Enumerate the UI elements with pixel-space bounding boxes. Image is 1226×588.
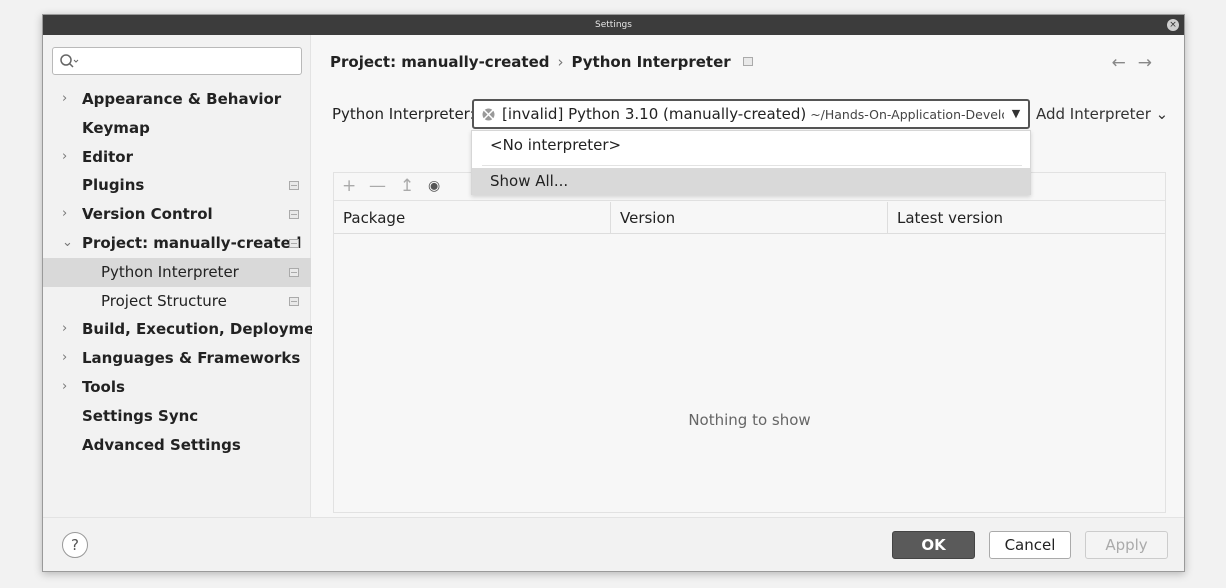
packages-panel: + — ↥ ◉ Package Version Latest version N… bbox=[333, 172, 1166, 513]
sidebar-item-version-control[interactable]: › Version Control bbox=[43, 200, 311, 229]
sidebar-item-label: Languages & Frameworks bbox=[82, 349, 301, 368]
project-level-icon bbox=[742, 57, 753, 66]
sidebar-item-label: Settings Sync bbox=[82, 406, 199, 425]
close-icon[interactable]: × bbox=[1167, 19, 1179, 31]
empty-state-text: Nothing to show bbox=[688, 411, 811, 429]
project-level-icon bbox=[289, 267, 299, 277]
add-interpreter-button[interactable]: Add Interpreter ⌄ bbox=[1036, 105, 1168, 123]
dialog-footer: ? OK Cancel Apply bbox=[43, 517, 1184, 571]
window-title: Settings bbox=[595, 20, 632, 30]
sidebar-item-editor[interactable]: › Editor bbox=[43, 143, 311, 172]
breadcrumb: Project: manually-created › Python Interpr… bbox=[330, 53, 753, 71]
eye-icon[interactable]: ◉ bbox=[428, 178, 440, 194]
search-input[interactable] bbox=[52, 47, 302, 75]
help-button[interactable]: ? bbox=[62, 532, 88, 558]
dropdown-item-no-interpreter[interactable]: <No interpreter> bbox=[472, 132, 1030, 159]
ok-button[interactable]: OK bbox=[892, 531, 975, 559]
nav-arrows: ←→ bbox=[1112, 53, 1165, 73]
sidebar-item-build-execution-deployment[interactable]: › Build, Execution, Deployment bbox=[43, 315, 332, 344]
upgrade-package-icon[interactable]: ↥ bbox=[400, 176, 414, 196]
add-package-icon[interactable]: + bbox=[342, 176, 356, 196]
sidebar-item-label: Build, Execution, Deployment bbox=[82, 320, 333, 339]
cancel-button[interactable]: Cancel bbox=[989, 531, 1071, 559]
sidebar-item-languages-frameworks[interactable]: › Languages & Frameworks bbox=[43, 344, 311, 373]
search-icon bbox=[60, 54, 79, 68]
sidebar-item-label: Tools bbox=[82, 377, 125, 396]
chevron-right-icon[interactable]: › bbox=[62, 373, 74, 402]
sidebar-item-label: Plugins bbox=[82, 176, 145, 195]
sidebar-item-settings-sync[interactable]: Settings Sync bbox=[43, 402, 311, 431]
sidebar-item-keymap[interactable]: Keymap bbox=[43, 114, 311, 143]
column-package[interactable]: Package bbox=[334, 202, 611, 234]
sidebar-item-label: Keymap bbox=[82, 118, 150, 137]
project-level-icon bbox=[289, 296, 299, 306]
invalid-python-icon bbox=[482, 108, 495, 121]
sidebar-item-appearance-behavior[interactable]: › Appearance & Behavior bbox=[43, 85, 311, 114]
dropdown-item-show-all[interactable]: Show All... bbox=[472, 168, 1030, 195]
sidebar-item-label: Python Interpreter bbox=[101, 262, 239, 281]
breadcrumb-separator: › bbox=[557, 53, 564, 71]
interpreter-label: Python Interpreter: bbox=[332, 105, 475, 123]
chevron-right-icon[interactable]: › bbox=[62, 143, 74, 172]
back-arrow-icon[interactable]: ← bbox=[1112, 53, 1138, 73]
dropdown-separator bbox=[482, 165, 1022, 166]
breadcrumb-project[interactable]: Project: manually-created bbox=[330, 53, 549, 71]
settings-window: Settings × › Appearance & Behavior Keymap ›… bbox=[42, 14, 1185, 572]
interpreter-select[interactable]: [invalid] Python 3.10 (manually-created)… bbox=[472, 99, 1030, 129]
settings-tree: › Appearance & Behavior Keymap › Editor Plugi… bbox=[43, 85, 332, 460]
sidebar-item-advanced-settings[interactable]: Advanced Settings bbox=[43, 431, 311, 460]
chevron-right-icon[interactable]: › bbox=[62, 315, 74, 344]
chevron-right-icon[interactable]: › bbox=[62, 344, 74, 373]
main-panel: Project: manually-created › Python Interpr… bbox=[312, 35, 1184, 517]
interpreter-dropdown-popup: <No interpreter> Show All... bbox=[471, 130, 1031, 195]
project-level-icon bbox=[289, 238, 299, 248]
chevron-down-icon[interactable]: ▼ bbox=[1004, 101, 1028, 127]
sidebar-item-plugins[interactable]: Plugins bbox=[43, 171, 311, 200]
interpreter-value: [invalid] Python 3.10 (manually-created) bbox=[502, 105, 807, 123]
sidebar-item-project-manually-created[interactable]: ⌄ Project: manually-created bbox=[43, 229, 311, 258]
sidebar-item-label: Advanced Settings bbox=[82, 435, 241, 454]
column-latest-version[interactable]: Latest version bbox=[888, 202, 1165, 234]
title-bar: Settings × bbox=[43, 15, 1184, 35]
interpreter-path: ~/Hands-On-Application-Development bbox=[806, 107, 1030, 122]
chevron-down-icon[interactable]: ⌄ bbox=[62, 229, 74, 258]
sidebar-item-label: Version Control bbox=[82, 205, 213, 224]
sidebar-item-tools[interactable]: › Tools bbox=[43, 373, 311, 402]
sidebar-item-label: Project Structure bbox=[101, 291, 227, 310]
apply-button[interactable]: Apply bbox=[1085, 531, 1168, 559]
remove-package-icon[interactable]: — bbox=[369, 176, 386, 196]
sidebar-item-label: Project: manually-created bbox=[82, 233, 302, 252]
sidebar-item-project-structure[interactable]: Project Structure bbox=[43, 287, 311, 316]
project-level-icon bbox=[289, 210, 299, 220]
chevron-right-icon[interactable]: › bbox=[62, 200, 74, 229]
sidebar: › Appearance & Behavior Keymap › Editor Plugi… bbox=[43, 35, 332, 517]
packages-table-header: Package Version Latest version bbox=[334, 202, 1165, 234]
sidebar-item-label: Editor bbox=[82, 147, 133, 166]
forward-arrow-icon[interactable]: → bbox=[1138, 53, 1164, 73]
project-level-icon bbox=[289, 181, 299, 191]
chevron-right-icon[interactable]: › bbox=[62, 85, 74, 114]
sidebar-item-label: Appearance & Behavior bbox=[82, 90, 282, 108]
page-title: Python Interpreter bbox=[571, 53, 731, 71]
column-version[interactable]: Version bbox=[611, 202, 888, 234]
sidebar-item-python-interpreter[interactable]: Python Interpreter bbox=[43, 257, 311, 287]
